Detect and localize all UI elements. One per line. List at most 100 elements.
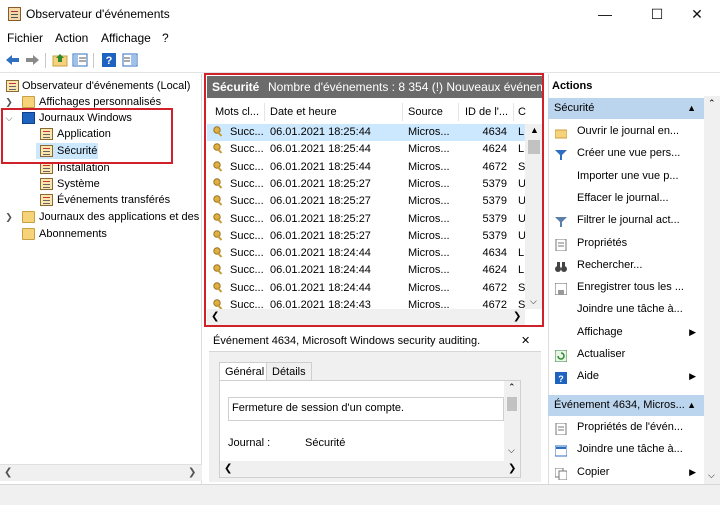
action-label: Effacer le journal...: [577, 191, 669, 204]
action-label: Créer une vue pers...: [577, 147, 681, 160]
action-label: Joindre une tâche à...: [577, 303, 683, 316]
action-item[interactable]: Effacer le journal...: [548, 187, 704, 209]
event-viewer-icon: [6, 80, 19, 92]
up-folder-icon[interactable]: [52, 52, 68, 68]
journal-label: Journal :: [228, 437, 271, 449]
action-label: Rechercher...: [577, 258, 643, 271]
folder-icon: [22, 96, 35, 108]
scroll-right-icon[interactable]: ❯: [188, 467, 196, 478]
action-item[interactable]: Actualiser: [548, 343, 704, 365]
action-item[interactable]: Créer une vue pers...: [548, 142, 704, 164]
action-label: Copier: [577, 465, 610, 478]
menu-action[interactable]: Action: [55, 31, 88, 45]
actions-title: Actions: [552, 80, 593, 92]
actions-section-event[interactable]: Événement 4634, Micros... ▲: [548, 395, 704, 416]
tree-item-label: Événements transférés: [57, 194, 171, 206]
detail-vertical-scrollbar[interactable]: ⌃ ⌵: [504, 381, 520, 461]
scroll-left-icon[interactable]: ❮: [4, 467, 12, 478]
action-label: Ouvrir le journal en...: [577, 125, 680, 137]
submenu-arrow-icon: ▶: [689, 326, 696, 337]
scroll-down-icon[interactable]: ⌵: [708, 470, 715, 481]
tree-item-system[interactable]: Système: [0, 176, 202, 192]
back-arrow-icon[interactable]: [5, 52, 21, 68]
close-detail-icon[interactable]: ✕: [521, 330, 530, 352]
show-action-pane-icon[interactable]: [122, 52, 138, 68]
collapse-triangle-icon[interactable]: ▲: [687, 98, 696, 119]
section-label: Sécurité: [554, 102, 595, 114]
tab-details[interactable]: Détails: [266, 362, 312, 381]
scroll-left-icon[interactable]: ❮: [224, 463, 232, 474]
action-label: Propriétés de l'évén...: [577, 421, 684, 433]
expand-chevron-icon[interactable]: ❯: [4, 209, 14, 225]
tree-item-apps-services[interactable]: ❯ Journaux des applications et des s: [0, 209, 202, 225]
minimize-button[interactable]: —: [582, 0, 628, 28]
properties-icon: [555, 237, 567, 251]
action-item[interactable]: Joindre une tâche à...: [548, 298, 704, 320]
menu-help[interactable]: ?: [162, 31, 169, 45]
forward-arrow-icon[interactable]: [24, 52, 40, 68]
highlight-box-event-list: [204, 73, 544, 327]
collapse-triangle-icon[interactable]: ▲: [687, 395, 696, 416]
actions-section-security[interactable]: Sécurité ▲: [548, 98, 704, 119]
tree-horizontal-scrollbar[interactable]: ❮ ❯: [0, 464, 202, 481]
detail-horizontal-scrollbar[interactable]: ❮ ❯: [220, 461, 520, 477]
tree-item-root[interactable]: Observateur d'événements (Local): [0, 78, 202, 94]
action-item[interactable]: ? Aide ▶: [548, 365, 704, 387]
event-message-box[interactable]: Fermeture de session d'un compte.: [228, 397, 504, 421]
filter-create-icon: [555, 147, 567, 161]
scroll-up-icon[interactable]: ⌃: [708, 98, 716, 109]
actions-vertical-scrollbar[interactable]: ⌃ ⌵: [704, 96, 720, 484]
scroll-up-icon[interactable]: ⌃: [508, 382, 516, 393]
save-icon: [554, 281, 568, 296]
action-item[interactable]: Propriétés de l'évén...: [548, 416, 704, 438]
section-label: Événement 4634, Micros...: [554, 399, 685, 411]
submenu-arrow-icon: ▶: [689, 466, 696, 477]
scrollbar-thumb[interactable]: [507, 397, 517, 411]
menu-fichier[interactable]: Fichier: [7, 31, 43, 45]
action-item[interactable]: Affichage ▶: [548, 321, 704, 343]
highlight-box-windows-logs: [1, 108, 173, 164]
action-label: Affichage: [577, 325, 623, 338]
show-hide-tree-icon[interactable]: [72, 52, 88, 68]
submenu-arrow-icon: ▶: [689, 371, 696, 382]
event-viewer-app-icon: [8, 7, 21, 21]
action-item[interactable]: Propriétés: [548, 232, 704, 254]
scroll-right-icon[interactable]: ❯: [508, 463, 516, 474]
filter-icon: [555, 214, 567, 228]
folder-icon: [22, 228, 35, 240]
action-item[interactable]: Copier ▶: [548, 461, 704, 483]
tab-general[interactable]: Général: [219, 362, 271, 382]
action-item[interactable]: Rechercher...: [548, 254, 704, 276]
action-item[interactable]: Enregistrer tous les ...: [548, 276, 704, 298]
general-tab-panel: Fermeture de session d'un compte. Journa…: [219, 380, 521, 478]
event-properties-icon: [555, 421, 567, 436]
status-bar: [0, 484, 720, 505]
tree-item-forwarded[interactable]: Événements transférés: [0, 192, 202, 208]
scroll-down-icon[interactable]: ⌵: [508, 445, 515, 456]
menu-affichage[interactable]: Affichage: [101, 31, 151, 45]
log-icon: [40, 194, 53, 206]
action-item[interactable]: Joindre une tâche à...: [548, 438, 704, 460]
action-label: Filtrer le journal act...: [577, 214, 680, 227]
task-icon: [554, 443, 568, 457]
action-item[interactable]: Importer une vue p...: [548, 165, 704, 187]
log-icon: [40, 178, 53, 190]
action-label: Actualiser: [577, 348, 626, 360]
refresh-icon: [554, 348, 568, 363]
event-detail-title: Événement 4634, Microsoft Windows securi…: [213, 335, 481, 347]
action-label: Aide: [577, 370, 600, 383]
tree-item-label: Observateur d'événements (Local): [22, 80, 191, 92]
event-detail-pane: Général Détails Fermeture de session d'u…: [209, 352, 541, 482]
tree-item-label: Système: [57, 178, 100, 190]
binoculars-icon: [555, 259, 567, 272]
tree-item-subscriptions[interactable]: Abonnements: [0, 226, 202, 242]
help-icon: ?: [555, 370, 567, 385]
action-label: Propriétés: [577, 236, 628, 249]
tree-item-label: Journaux des applications et des s: [39, 211, 202, 223]
action-item[interactable]: Ouvrir le journal en...: [548, 120, 704, 142]
action-item[interactable]: Filtrer le journal act...: [548, 209, 704, 231]
svg-text:?: ?: [558, 374, 564, 384]
toolbar-separator: [45, 53, 46, 68]
close-button[interactable]: ✕: [674, 0, 720, 28]
help-icon[interactable]: ?: [101, 52, 117, 68]
